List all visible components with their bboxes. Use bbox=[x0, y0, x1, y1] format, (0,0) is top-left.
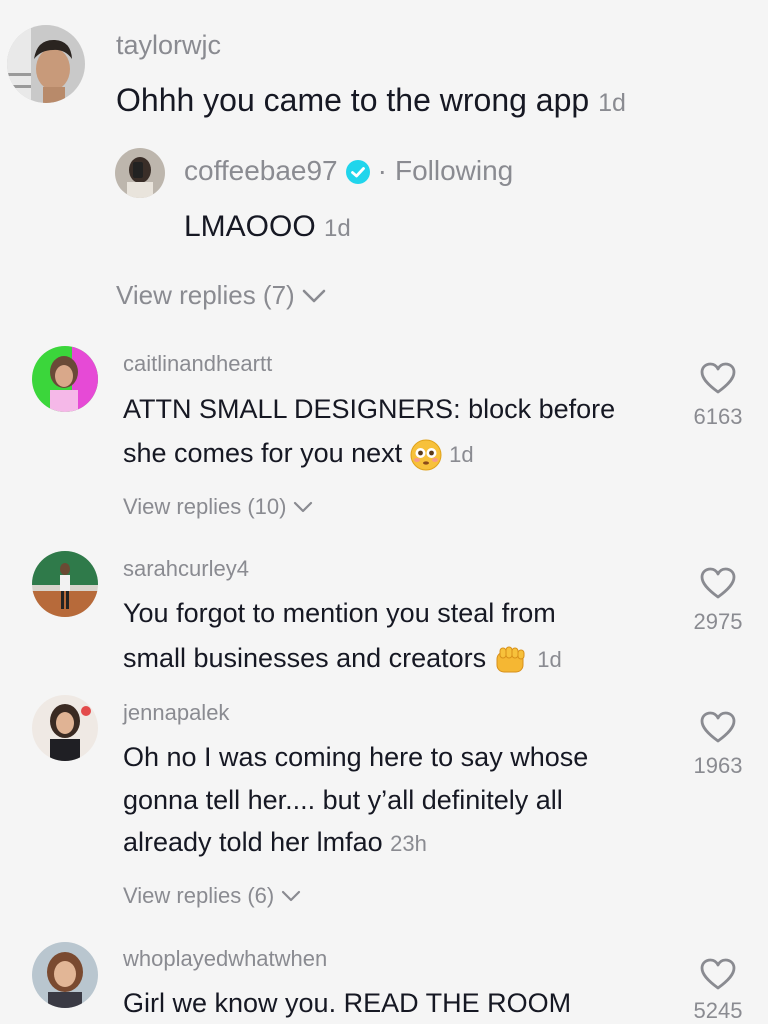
username-coffeebae97: coffeebae97 · Following bbox=[184, 155, 513, 187]
comment-line: You forgot to mention you steal from bbox=[123, 598, 556, 628]
username-jennapalek[interactable]: jennapalek bbox=[123, 700, 229, 726]
username-taylorwjc[interactable]: taylorwjc bbox=[116, 30, 221, 61]
view-replies-button[interactable]: View replies (7) bbox=[116, 280, 327, 311]
comment-line-text: already told her lmfao bbox=[123, 827, 383, 857]
flushed-face-emoji bbox=[410, 439, 442, 471]
avatar-taylorwjc-image bbox=[7, 25, 85, 103]
avatar-coffeebae97-image bbox=[115, 148, 165, 198]
comment-line: she comes for you next 1d bbox=[123, 438, 474, 471]
avatar-sarahcurley4-image bbox=[32, 551, 98, 617]
like-heart-icon[interactable] bbox=[699, 710, 737, 744]
comment-time: 1d bbox=[598, 89, 626, 117]
like-count: 5245 bbox=[693, 998, 743, 1023]
fist-emoji bbox=[494, 644, 530, 676]
comment-line: small businesses and creators 1d bbox=[123, 643, 562, 676]
comment-line: Oh no I was coming here to say whose bbox=[123, 742, 589, 772]
avatar-taylorwjc[interactable] bbox=[7, 25, 85, 103]
avatar-caitlinandheartt-image bbox=[32, 346, 98, 412]
like-heart-icon[interactable] bbox=[699, 361, 737, 395]
avatar-jennapalek[interactable] bbox=[32, 695, 98, 761]
avatar-caitlinandheartt[interactable] bbox=[32, 346, 98, 412]
reply-body: LMAOOO bbox=[184, 210, 316, 243]
like-count: 1963 bbox=[693, 753, 743, 778]
comment-time: 23h bbox=[390, 831, 427, 856]
reply-time: 1d bbox=[324, 215, 351, 242]
avatar-whoplayedwhatwhen-image bbox=[32, 942, 98, 1008]
comment-body: Ohhh you came to the wrong app bbox=[116, 82, 590, 118]
view-replies-button[interactable]: View replies (10) bbox=[123, 494, 314, 520]
reply-username[interactable]: coffeebae97 bbox=[184, 155, 338, 187]
comment-time: 1d bbox=[537, 647, 562, 672]
like-heart-icon[interactable] bbox=[699, 566, 737, 600]
view-replies-label: View replies (6) bbox=[123, 883, 275, 908]
avatar-whoplayedwhatwhen[interactable] bbox=[32, 942, 98, 1008]
comment-line-text: she comes for you next bbox=[123, 438, 403, 468]
verified-check-icon bbox=[345, 159, 370, 184]
username-sarahcurley4[interactable]: sarahcurley4 bbox=[123, 556, 249, 582]
view-replies-label: View replies (10) bbox=[123, 494, 287, 519]
view-replies-button[interactable]: View replies (6) bbox=[123, 883, 302, 909]
avatar-sarahcurley4[interactable] bbox=[32, 551, 98, 617]
separator-dot: · bbox=[377, 155, 387, 186]
username-whoplayedwhatwhen[interactable]: whoplayedwhatwhen bbox=[123, 946, 327, 972]
comment-line-text: small businesses and creators bbox=[123, 643, 487, 673]
like-heart-icon[interactable] bbox=[699, 957, 737, 991]
like-count: 6163 bbox=[693, 404, 743, 429]
reply-text: LMAOOO 1d bbox=[184, 210, 351, 244]
comment-line: already told her lmfao 23h bbox=[123, 827, 427, 858]
view-replies-label: View replies (7) bbox=[116, 280, 295, 310]
comment-line: gonna tell her.... but y’all definitely … bbox=[123, 785, 563, 815]
username-caitlinandheartt[interactable]: caitlinandheartt bbox=[123, 351, 272, 377]
comment-line: Girl we know you. READ THE ROOM bbox=[123, 988, 572, 1018]
avatar-coffeebae97[interactable] bbox=[115, 148, 165, 198]
following-label[interactable]: Following bbox=[395, 155, 513, 187]
chevron-down-icon bbox=[302, 289, 326, 302]
chevron-down-icon bbox=[282, 890, 301, 902]
comment-time: 1d bbox=[449, 442, 474, 467]
comment-text: Ohhh you came to the wrong app 1d bbox=[116, 82, 626, 119]
like-count: 2975 bbox=[693, 609, 743, 634]
avatar-jennapalek-image bbox=[32, 695, 98, 761]
comment-line: ATTN SMALL DESIGNERS: block before bbox=[123, 394, 616, 424]
chevron-down-icon bbox=[294, 501, 313, 513]
